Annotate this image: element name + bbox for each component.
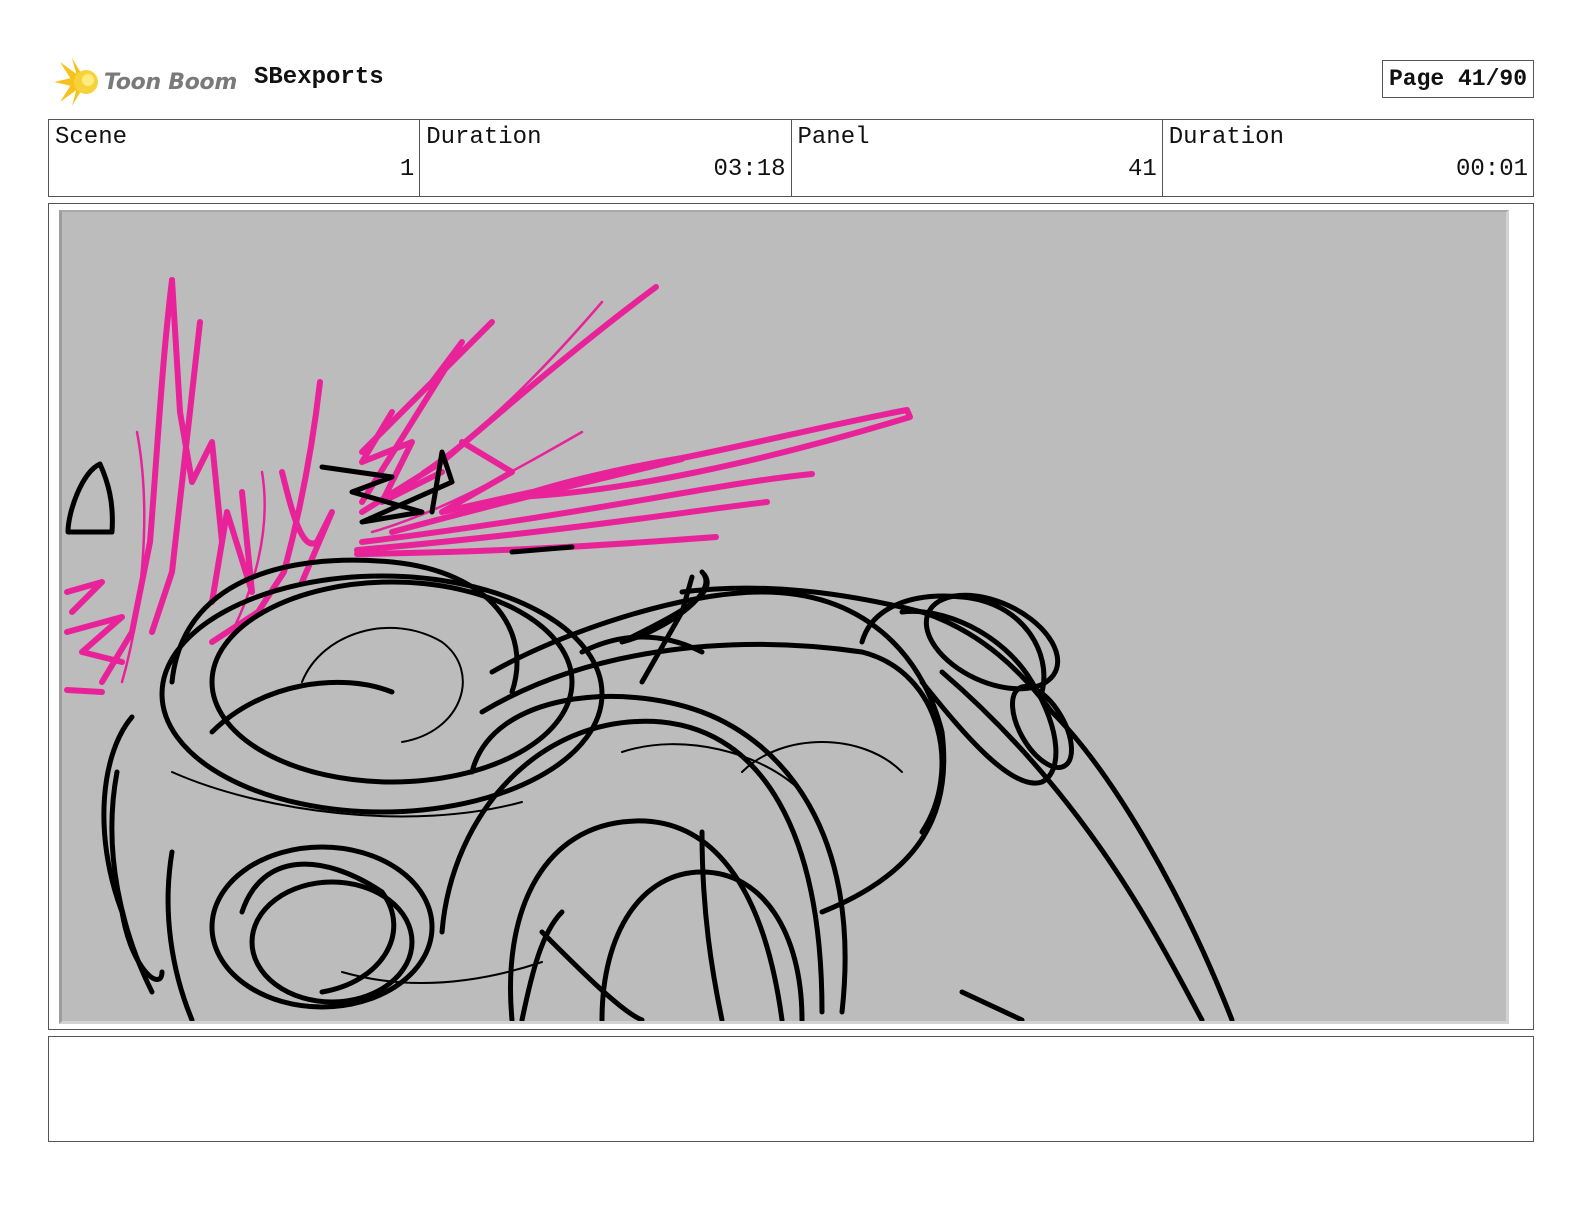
starburst-logo-icon — [54, 58, 98, 106]
black-thin-strokes — [171, 627, 903, 984]
panel-duration-value: 00:01 — [1455, 156, 1528, 183]
page-header: Toon Boom SBexports Page 41/90 — [50, 52, 1534, 108]
project-title: SBexports — [254, 64, 384, 91]
black-sketch-strokes — [65, 449, 1235, 1021]
page-indicator: Page 41/90 — [1381, 60, 1534, 98]
scene-cell: Scene 1 — [49, 120, 421, 196]
panel-frame — [48, 203, 1534, 1030]
scene-info-table: Scene 1 Duration 03:18 Panel 41 Duration… — [48, 119, 1534, 197]
scene-value: 1 — [399, 156, 415, 183]
scene-label: Scene — [55, 124, 128, 151]
panel-notes-box — [48, 1036, 1534, 1142]
panel-image — [59, 210, 1509, 1024]
scene-duration-cell: Duration 03:18 — [420, 120, 792, 196]
scene-duration-label: Duration — [426, 124, 542, 151]
panel-duration-label: Duration — [1168, 124, 1284, 151]
panel-label: Panel — [797, 124, 870, 151]
panel-value: 41 — [1127, 156, 1157, 183]
scene-duration-value: 03:18 — [713, 156, 786, 183]
toon-boom-logo: Toon Boom — [50, 56, 240, 108]
panel-duration-cell: Duration 00:01 — [1163, 120, 1533, 196]
sketch-drawing — [64, 277, 1235, 1021]
logo-text: Toon Boom — [104, 70, 237, 95]
panel-cell: Panel 41 — [792, 120, 1163, 196]
